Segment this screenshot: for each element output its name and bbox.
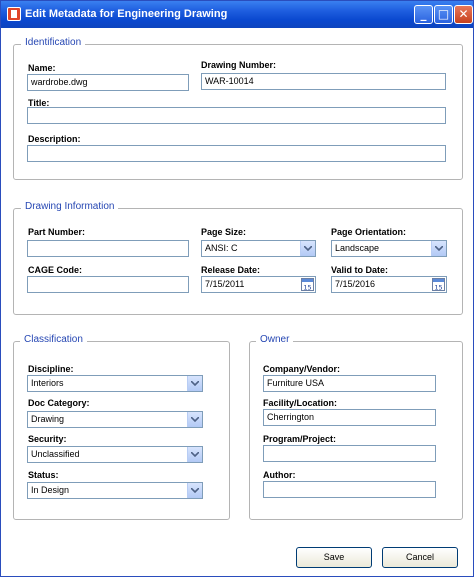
chevron-down-icon[interactable] bbox=[300, 241, 315, 256]
drawing-information-group: Drawing Information Part Number: Page Si… bbox=[13, 201, 463, 315]
part-number-field[interactable] bbox=[27, 240, 189, 257]
window-title: Edit Metadata for Engineering Drawing bbox=[25, 8, 228, 20]
page-size-dropdown[interactable]: ANSI: C bbox=[201, 240, 316, 257]
identification-legend: Identification bbox=[21, 37, 86, 48]
valid-to-date-label: Valid to Date: bbox=[331, 265, 389, 275]
minimize-button[interactable]: _ bbox=[414, 5, 433, 24]
chevron-down-icon[interactable] bbox=[187, 447, 202, 462]
cage-code-label: CAGE Code: bbox=[28, 265, 82, 275]
page-orientation-dropdown[interactable]: Landscape bbox=[331, 240, 447, 257]
author-field[interactable] bbox=[263, 481, 436, 498]
release-date-label: Release Date: bbox=[201, 265, 261, 275]
dialog-window: Edit Metadata for Engineering Drawing _ … bbox=[0, 0, 474, 577]
chevron-down-icon[interactable] bbox=[187, 412, 202, 427]
facility-location-field[interactable]: Cherrington bbox=[263, 409, 436, 426]
drawing-number-field[interactable]: WAR-10014 bbox=[201, 73, 446, 90]
cancel-button[interactable]: Cancel bbox=[382, 547, 458, 568]
close-button[interactable]: ✕ bbox=[454, 5, 473, 24]
company-vendor-field[interactable]: Furniture USA bbox=[263, 375, 436, 392]
part-number-label: Part Number: bbox=[28, 227, 86, 237]
drawing-information-legend: Drawing Information bbox=[21, 201, 119, 212]
maximize-button[interactable]: □ bbox=[434, 5, 453, 24]
name-label: Name: bbox=[28, 63, 56, 73]
save-button[interactable]: Save bbox=[296, 547, 372, 568]
page-size-value: ANSI: C bbox=[205, 243, 238, 253]
doc-category-value: Drawing bbox=[31, 414, 65, 424]
release-date-calendar-day: 15 bbox=[303, 283, 311, 291]
company-vendor-label: Company/Vendor: bbox=[263, 364, 341, 374]
discipline-dropdown[interactable]: Interiors bbox=[27, 375, 203, 392]
security-value: Unclassified bbox=[31, 449, 80, 459]
valid-to-date-value: 7/15/2016 bbox=[335, 279, 376, 289]
description-field[interactable] bbox=[27, 145, 446, 162]
discipline-label: Discipline: bbox=[28, 364, 74, 374]
release-date-field[interactable]: 7/15/2011 15 bbox=[201, 276, 316, 293]
facility-location-label: Facility/Location: bbox=[263, 398, 338, 408]
release-date-value: 7/15/2011 bbox=[205, 279, 245, 289]
page-orientation-value: Landscape bbox=[335, 243, 380, 253]
owner-legend: Owner bbox=[256, 334, 294, 345]
classification-group: Classification Discipline: Interiors Doc… bbox=[13, 334, 230, 520]
program-project-field[interactable] bbox=[263, 445, 436, 462]
classification-legend: Classification bbox=[20, 334, 87, 345]
security-label: Security: bbox=[28, 434, 67, 444]
doc-category-label: Doc Category: bbox=[28, 398, 90, 408]
drawing-number-label: Drawing Number: bbox=[201, 60, 277, 70]
description-label: Description: bbox=[28, 134, 81, 144]
app-document-icon bbox=[7, 7, 21, 21]
title-field[interactable] bbox=[27, 107, 446, 124]
security-dropdown[interactable]: Unclassified bbox=[27, 446, 203, 463]
chevron-down-icon[interactable] bbox=[187, 376, 202, 391]
chevron-down-icon[interactable] bbox=[187, 483, 202, 498]
calendar-icon[interactable]: 15 bbox=[301, 278, 314, 291]
name-field[interactable]: wardrobe.dwg bbox=[27, 74, 189, 91]
status-dropdown[interactable]: In Design bbox=[27, 482, 203, 499]
owner-group: Owner Company/Vendor: Furniture USA Faci… bbox=[249, 334, 463, 520]
status-label: Status: bbox=[28, 470, 59, 480]
status-value: In Design bbox=[31, 485, 70, 495]
title-bar[interactable]: Edit Metadata for Engineering Drawing _ … bbox=[1, 1, 473, 28]
chevron-down-icon[interactable] bbox=[431, 241, 446, 256]
calendar-icon[interactable]: 15 bbox=[432, 278, 445, 291]
author-label: Author: bbox=[263, 470, 296, 480]
program-project-label: Program/Project: bbox=[263, 434, 337, 444]
page-orientation-label: Page Orientation: bbox=[331, 227, 407, 237]
cage-code-field[interactable] bbox=[27, 276, 189, 293]
valid-to-date-calendar-day: 15 bbox=[434, 283, 442, 291]
page-size-label: Page Size: bbox=[201, 227, 247, 237]
doc-category-dropdown[interactable]: Drawing bbox=[27, 411, 203, 428]
identification-group: Identification Name: wardrobe.dwg Drawin… bbox=[13, 37, 463, 180]
discipline-value: Interiors bbox=[31, 378, 64, 388]
valid-to-date-field[interactable]: 7/15/2016 15 bbox=[331, 276, 447, 293]
